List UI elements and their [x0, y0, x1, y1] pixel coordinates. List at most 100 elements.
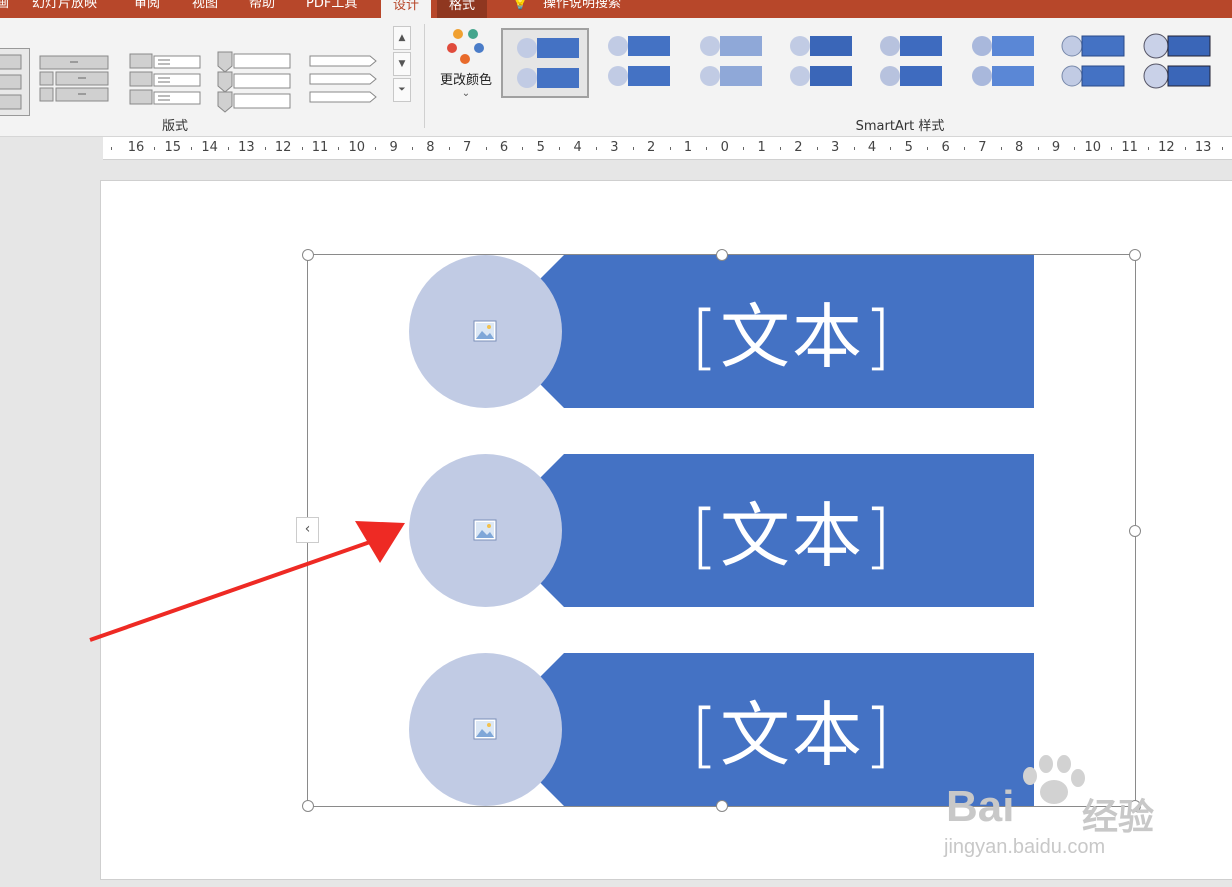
- tab-slideshow[interactable]: 幻灯片放映: [32, 0, 97, 18]
- ruler-tick: [927, 147, 929, 150]
- ruler-tick: [816, 147, 818, 150]
- ruler-tick: [1221, 147, 1223, 150]
- ruler-number: 11: [311, 140, 329, 155]
- ruler-tick: [632, 147, 634, 150]
- group-separator: [424, 24, 425, 128]
- ruler-number: 4: [867, 140, 877, 155]
- chevron-down-icon: ⌄: [461, 88, 471, 99]
- ruler-tick: [154, 147, 156, 150]
- tab-partial[interactable]: 画: [0, 0, 9, 18]
- resize-handle-top-right[interactable]: [1129, 249, 1141, 261]
- layout-thumb-1[interactable]: [0, 48, 30, 116]
- ruler-number: 12: [1158, 140, 1175, 155]
- styles-group-label: SmartArt 样式: [855, 119, 945, 134]
- ruler-number: 3: [610, 140, 619, 155]
- insert-picture-icon[interactable]: [473, 320, 497, 342]
- ruler-tick: [191, 147, 193, 150]
- tab-pdf-tools[interactable]: PDF工具: [306, 0, 357, 18]
- ruler-tick: [669, 147, 671, 150]
- ruler-number: 14: [201, 140, 218, 155]
- resize-handle-top[interactable]: [716, 249, 728, 261]
- ruler-number: 10: [348, 140, 366, 155]
- resize-handle-right[interactable]: [1129, 525, 1141, 537]
- ruler-tick: [890, 147, 892, 150]
- ribbon-tab-bar: 画 幻灯片放映 审阅 视图 帮助 PDF工具 设计 格式 💡 操作说明搜索: [0, 0, 1232, 18]
- ruler-number: 3: [831, 140, 840, 155]
- watermark-url: jingyan.baidu.com: [944, 836, 1106, 858]
- lightbulb-icon: 💡: [512, 0, 529, 11]
- ruler-number: 11: [1121, 140, 1138, 155]
- change-colors-button[interactable]: 更改颜色 ⌄: [436, 24, 496, 104]
- ruler-number: 8: [1015, 140, 1024, 155]
- ruler-number: 9: [389, 140, 398, 155]
- ruler-tick: [596, 147, 597, 150]
- text-banner-1[interactable]: [文本]: [540, 255, 1034, 408]
- ruler-number: 12: [274, 140, 292, 155]
- tab-design[interactable]: 设计: [381, 0, 432, 18]
- layout-thumb-2[interactable]: [38, 48, 118, 114]
- resize-handle-bottom[interactable]: [716, 800, 728, 812]
- tell-me-search[interactable]: 操作说明搜索: [543, 0, 621, 18]
- text-banner-2[interactable]: [文本]: [540, 454, 1034, 607]
- smartart-style-2[interactable]: [594, 28, 678, 94]
- ruler-number: 5: [536, 140, 545, 155]
- gallery-more-button[interactable]: ⏷: [393, 78, 411, 102]
- ruler-tick: [522, 147, 524, 150]
- layout-thumb-4[interactable]: [216, 48, 296, 114]
- smartart-style-4[interactable]: [776, 28, 860, 94]
- change-colors-label: 更改颜色: [439, 73, 492, 88]
- ruler-number: 1: [683, 140, 693, 155]
- watermark-brand-suffix: 经验: [1082, 796, 1155, 837]
- ruler-number: 10: [1084, 140, 1102, 155]
- ruler-tick: [448, 147, 450, 150]
- smartart-style-7[interactable]: [1048, 28, 1132, 94]
- ruler-tick: [1111, 147, 1113, 150]
- layout-thumb-3[interactable]: [128, 48, 208, 114]
- baidu-jingyan-watermark: Bai 经验 jingyan.baidu.com: [940, 755, 1170, 860]
- horizontal-ruler: 16 15 14 13 12 11 10 9 8 7 6 5 4 3 2 1 0 1 2 3 4 5 6 7 8 9 10 11 12 1…: [103, 137, 1232, 160]
- resize-handle-bottom-left[interactable]: [302, 800, 314, 812]
- ruler-tick: [1037, 147, 1039, 150]
- red-arrow-annotation: [89, 521, 405, 642]
- ruler-tick: [485, 147, 487, 150]
- ruler-number: 7: [463, 140, 472, 155]
- smartart-style-8[interactable]: [1138, 28, 1232, 94]
- gallery-scroll-up-button[interactable]: ▲: [393, 26, 411, 50]
- banner-text-2[interactable]: [文本]: [540, 454, 1034, 607]
- ruler-tick: [338, 147, 340, 150]
- smartart-style-5[interactable]: [866, 28, 950, 94]
- ruler-number: 2: [647, 140, 656, 155]
- tab-help[interactable]: 帮助: [249, 0, 275, 18]
- tab-view[interactable]: 视图: [192, 0, 218, 18]
- insert-picture-icon[interactable]: [473, 718, 497, 740]
- ribbon-panel: ▲ ▼ ⏷ 更改颜色 ⌄ 版式 SmartArt 样式: [0, 18, 1232, 137]
- ruler-number: 15: [164, 140, 182, 155]
- ruler-number: 13: [1194, 140, 1212, 155]
- tab-format[interactable]: 格式: [437, 0, 488, 18]
- ruler-tick: [1148, 147, 1149, 150]
- ruler-tick: [743, 147, 745, 150]
- banner-text-1[interactable]: [文本]: [540, 255, 1034, 408]
- smartart-style-3[interactable]: [686, 28, 770, 94]
- layout-thumb-5[interactable]: [306, 48, 386, 114]
- smartart-style-1[interactable]: [501, 28, 589, 98]
- gallery-scroll-down-button[interactable]: ▼: [393, 52, 411, 76]
- ruler-tick: [412, 147, 413, 150]
- ruler-tick: [111, 147, 112, 150]
- ruler-number: 4: [573, 140, 582, 155]
- ruler-tick: [559, 147, 561, 150]
- color-palette-icon: [447, 29, 484, 64]
- insert-picture-icon[interactable]: [473, 519, 497, 541]
- resize-handle-top-left[interactable]: [302, 249, 314, 261]
- ruler-tick: [780, 147, 781, 150]
- smartart-style-6[interactable]: [958, 28, 1042, 94]
- ruler-number: 8: [426, 140, 435, 155]
- ruler-tick: [964, 147, 965, 150]
- ruler-tick: [853, 147, 855, 150]
- ruler-number: 6: [499, 140, 509, 155]
- ruler-number: 16: [127, 140, 145, 155]
- ruler-tick: [228, 147, 229, 150]
- tab-review[interactable]: 审阅: [134, 0, 160, 18]
- ruler-number: 0: [720, 140, 729, 155]
- ruler-tick: [1184, 147, 1186, 150]
